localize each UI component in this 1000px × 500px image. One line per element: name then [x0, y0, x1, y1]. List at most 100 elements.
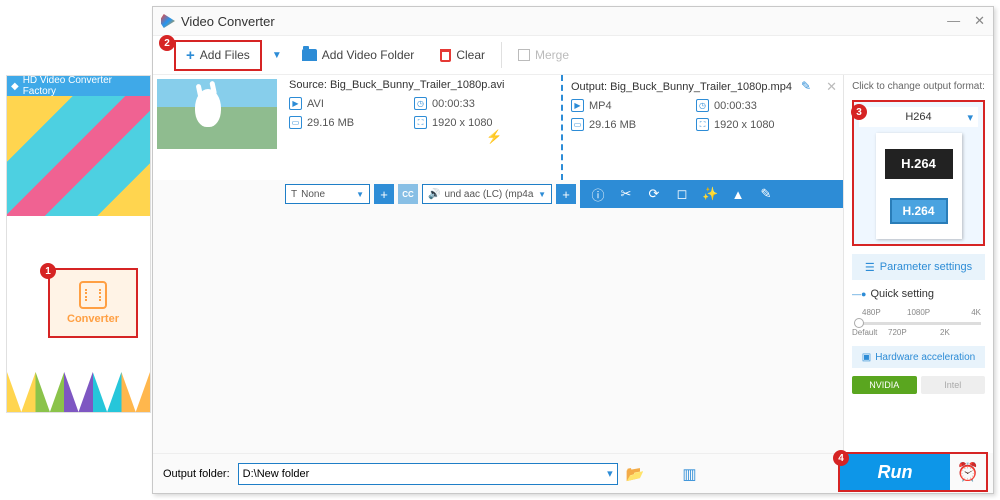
lightning-icon: ⚡	[486, 129, 502, 145]
step-badge-2: 2	[159, 35, 175, 51]
format-header: Click to change output format:	[852, 81, 985, 92]
tick-1080p: 1080P	[907, 308, 930, 317]
tick-720p: 720P	[888, 328, 907, 337]
edit-output-name-button[interactable]: ✎	[801, 79, 811, 93]
format-card-dark: H.264	[885, 149, 953, 179]
intel-badge: Intel	[921, 376, 986, 394]
add-files-dropdown[interactable]: ▼	[268, 50, 286, 61]
quality-slider[interactable]: 480P 1080P 4K Default 720P 2K	[852, 308, 985, 338]
parameter-settings-button[interactable]: Parameter settings	[852, 254, 985, 280]
hd-factory-window: ◆ HD Video Converter Factory	[6, 75, 151, 413]
hd-factory-strip	[7, 372, 150, 412]
format-selector-box[interactable]: H264 H.264 H.264	[852, 100, 985, 246]
tick-480p: 480P	[862, 308, 881, 317]
merge-label: Merge	[535, 48, 569, 62]
output-filename: Output: Big_Buck_Bunny_Trailer_1080p.mp4	[571, 81, 792, 93]
crop-button[interactable]: ◻	[674, 186, 690, 202]
size-icon: ▭	[571, 118, 584, 131]
output-duration: 00:00:33	[714, 100, 757, 112]
resolution-icon: ⛶	[414, 116, 427, 129]
close-button[interactable]: ✕	[974, 13, 985, 29]
output-size: 29.16 MB	[589, 119, 636, 131]
step-badge-1: 1	[40, 263, 56, 279]
add-folder-button[interactable]: Add Video Folder	[292, 43, 425, 67]
remove-file-button[interactable]: ✕	[826, 79, 837, 95]
text-icon: T	[291, 189, 297, 200]
watermark-button[interactable]: ▲	[730, 187, 746, 202]
output-format: MP4	[589, 100, 612, 112]
audio-select[interactable]: 🔊und aac (LC) (mp4a▼	[422, 184, 552, 204]
source-format: AVI	[307, 98, 324, 110]
resolution-icon: ⛶	[696, 118, 709, 131]
source-filename: Source: Big_Buck_Bunny_Trailer_1080p.avi	[289, 79, 553, 91]
hardware-accel-button[interactable]: Hardware acceleration	[852, 346, 985, 368]
converter-tile-icon	[79, 281, 107, 309]
step-badge-4: 4	[833, 450, 849, 466]
folder-icon	[302, 49, 317, 61]
rotate-button[interactable]: ⟳	[646, 186, 662, 202]
clock-icon: ◷	[414, 97, 427, 110]
add-subtitle-button[interactable]: +	[374, 184, 394, 204]
clear-label: Clear	[456, 48, 485, 62]
format-icon: ▶	[289, 97, 302, 110]
slider-handle[interactable]	[854, 318, 864, 328]
hd-factory-title: HD Video Converter Factory	[23, 75, 146, 97]
format-dropdown[interactable]: H264	[859, 107, 978, 127]
format-card[interactable]: H.264 H.264	[876, 133, 962, 239]
format-icon: ▶	[571, 99, 584, 112]
converter-tile[interactable]: Converter	[48, 268, 138, 338]
edit-button[interactable]: ✎	[758, 186, 774, 202]
info-button[interactable]: ⓘ	[590, 185, 606, 204]
schedule-button[interactable]: ⏰	[950, 462, 986, 483]
trim-button[interactable]: ✂	[618, 186, 634, 202]
speaker-icon: 🔊	[428, 189, 440, 200]
add-files-button[interactable]: + Add Files	[174, 40, 262, 71]
captions-button[interactable]: CC	[398, 184, 418, 204]
add-folder-label: Add Video Folder	[322, 48, 415, 62]
plus-icon: +	[186, 47, 195, 64]
toolbar-divider	[501, 42, 502, 68]
app-logo-icon	[161, 14, 175, 28]
tick-4k: 4K	[971, 308, 981, 317]
merge-icon	[518, 49, 530, 61]
run-button[interactable]: Run	[840, 454, 950, 490]
nvidia-badge[interactable]: NVIDIA	[852, 376, 917, 394]
video-thumbnail[interactable]	[157, 79, 277, 149]
merge-button: Merge	[508, 43, 579, 67]
content-area: Source: Big_Buck_Bunny_Trailer_1080p.avi…	[153, 75, 843, 453]
hd-factory-artwork	[7, 96, 150, 216]
file-row: Source: Big_Buck_Bunny_Trailer_1080p.avi…	[153, 75, 843, 180]
output-folder-field[interactable]: D:\New folder	[238, 463, 618, 485]
edit-action-bar: TNone▼ + CC 🔊und aac (LC) (mp4a▼ + ⓘ ✂ ⟳…	[153, 180, 843, 208]
quick-setting-label: Quick setting	[852, 288, 985, 300]
output-column: Output: Big_Buck_Bunny_Trailer_1080p.mp4…	[563, 75, 843, 180]
hd-factory-titlebar: ◆ HD Video Converter Factory	[7, 76, 150, 96]
source-size: 29.16 MB	[307, 117, 354, 129]
window-titlebar: Video Converter — ✕	[153, 7, 993, 35]
run-box: Run ⏰	[838, 452, 988, 492]
video-converter-window: Video Converter — ✕ + Add Files ▼ Add Vi…	[152, 6, 994, 494]
source-duration: 00:00:33	[432, 98, 475, 110]
converter-tile-label: Converter	[67, 313, 119, 325]
browse-folder-button[interactable]: 📂	[626, 465, 645, 483]
clear-button[interactable]: Clear	[430, 43, 495, 67]
minimize-button[interactable]: —	[947, 13, 960, 29]
gpu-row: NVIDIA Intel	[852, 376, 985, 394]
effects-button[interactable]: ✨	[702, 186, 718, 202]
subtitle-select[interactable]: TNone▼	[285, 184, 370, 204]
tick-2k: 2K	[940, 328, 950, 337]
add-audio-button[interactable]: +	[556, 184, 576, 204]
main-toolbar: + Add Files ▼ Add Video Folder Clear Mer…	[153, 35, 993, 75]
output-format-panel: Click to change output format: H264 H.26…	[843, 75, 993, 453]
output-folder-label: Output folder:	[163, 468, 230, 480]
tick-default: Default	[852, 328, 877, 337]
format-card-light: H.264	[890, 198, 948, 224]
add-files-label: Add Files	[200, 48, 250, 62]
open-output-button[interactable]: ▥	[682, 465, 696, 483]
slider-track	[856, 322, 981, 325]
source-resolution: 1920 x 1080	[432, 117, 493, 129]
trash-icon	[440, 49, 451, 62]
clock-icon: ◷	[696, 99, 709, 112]
size-icon: ▭	[289, 116, 302, 129]
bottom-bar: Output folder: D:\New folder 📂 ▥	[153, 453, 843, 493]
